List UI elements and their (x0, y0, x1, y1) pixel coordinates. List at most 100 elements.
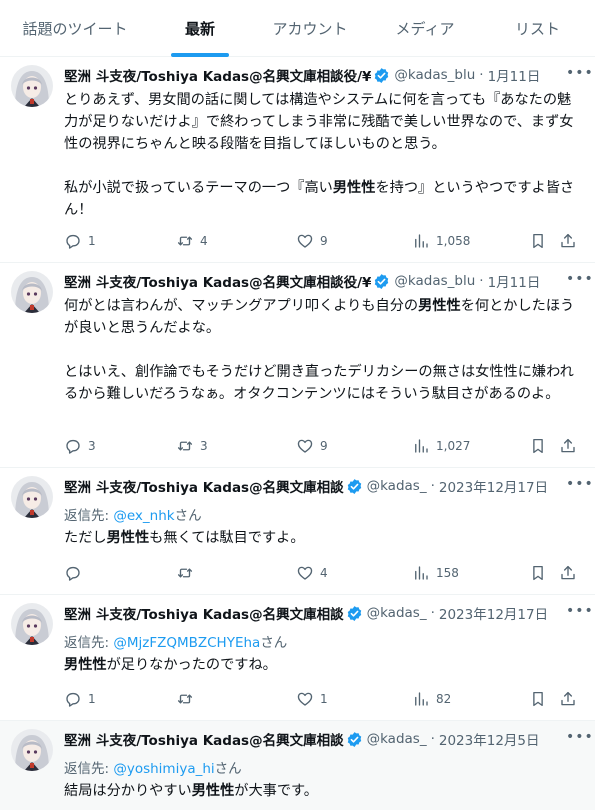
retweet-icon (177, 236, 193, 246)
text-segment: が足りなかったのですね。 (106, 657, 277, 673)
heart-icon (297, 692, 313, 706)
reply-mention-link[interactable]: @yoshimiya_hi (113, 761, 214, 777)
retweet-button[interactable]: 3 (176, 437, 208, 455)
tab-media[interactable]: メディア (370, 0, 480, 57)
more-options-icon[interactable]: ••• (566, 476, 593, 496)
avatar-image (11, 476, 53, 518)
bookmark-icon (533, 438, 543, 454)
reply-count: 1 (88, 692, 96, 706)
text-segment: 私が小説で扱っているテーマの一つ『高い (64, 180, 333, 196)
tweet-actions: 3 3 9 1,027 (64, 437, 586, 457)
highlighted-term: 男性性 (64, 657, 107, 673)
retweet-icon (177, 568, 193, 578)
share-button[interactable] (559, 690, 577, 708)
timeline-tabs: 話題のツイート 最新 アカウント メディア リスト (0, 0, 595, 57)
display-name[interactable]: 堅洲 斗支夜/Toshiya Kadas@名興文庫相談役/¥ (64, 271, 371, 291)
bookmark-button[interactable] (529, 437, 547, 455)
user-handle[interactable]: @kadas_blu (394, 273, 475, 289)
reply-icon (66, 439, 80, 454)
display-name[interactable]: 堅洲 斗支夜/Toshiya Kadas@名興文庫相談 (64, 603, 344, 623)
more-options-icon[interactable]: ••• (566, 603, 593, 623)
bookmark-button[interactable] (529, 690, 547, 708)
tweet-header: 堅洲 斗支夜/Toshiya Kadas@名興文庫相談役/¥ @kadas_bl… (64, 65, 593, 85)
tweet-date[interactable]: 1月11日 (488, 65, 541, 85)
share-button[interactable] (559, 437, 577, 455)
reply-button[interactable]: 1 (64, 232, 96, 250)
tweet-date[interactable]: 2023年12月5日 (439, 729, 540, 749)
reply-button[interactable]: 3 (64, 437, 96, 455)
more-options-icon[interactable]: ••• (566, 729, 593, 749)
tweet-paragraph: 何がとは言わんが、マッチングアプリ叩くよりも自分の男性性を何とかしたほうが良いと… (64, 295, 576, 339)
verified-badge-icon (375, 273, 389, 289)
reply-mention-link[interactable]: @ex_nhk (113, 508, 174, 524)
tweet[interactable]: 堅洲 斗支夜/Toshiya Kadas@名興文庫相談 @kadas_ · 20… (0, 468, 595, 595)
tab-lists[interactable]: リスト (480, 0, 595, 57)
bookmark-button[interactable] (529, 564, 547, 582)
display-name[interactable]: 堅洲 斗支夜/Toshiya Kadas@名興文庫相談役/¥ (64, 65, 371, 85)
share-button[interactable] (559, 232, 577, 250)
tweet[interactable]: 堅洲 斗支夜/Toshiya Kadas@名興文庫相談 @kadas_ · 20… (0, 721, 595, 810)
views-button[interactable]: 1,027 (412, 437, 470, 455)
avatar-image (11, 729, 53, 771)
share-button[interactable] (559, 564, 577, 582)
views-button[interactable]: 158 (412, 564, 459, 582)
heart-icon (297, 566, 313, 580)
avatar[interactable] (11, 476, 53, 518)
user-handle[interactable]: @kadas_ (367, 478, 427, 494)
views-button[interactable]: 82 (412, 690, 451, 708)
retweet-button[interactable] (176, 690, 194, 708)
views-chart-icon (415, 566, 428, 580)
tweet-date[interactable]: 2023年12月17日 (439, 476, 548, 496)
like-count: 4 (320, 566, 328, 580)
more-options-icon[interactable]: ••• (566, 65, 593, 85)
tab-latest[interactable]: 最新 (150, 0, 250, 57)
tweet-header: 堅洲 斗支夜/Toshiya Kadas@名興文庫相談役/¥ @kadas_bl… (64, 271, 593, 291)
tab-accounts[interactable]: アカウント (250, 0, 370, 57)
like-button[interactable]: 1 (296, 690, 328, 708)
separator-dot: · (430, 731, 435, 747)
user-handle[interactable]: @kadas_ (367, 731, 427, 747)
retweet-button[interactable]: 4 (176, 232, 208, 250)
avatar[interactable] (11, 65, 53, 107)
tweet-paragraph: 男性性が足りなかったのですね。 (64, 654, 576, 676)
user-handle[interactable]: @kadas_ (367, 605, 427, 621)
user-handle[interactable]: @kadas_blu (394, 67, 475, 83)
tweet[interactable]: 堅洲 斗支夜/Toshiya Kadas@名興文庫相談 @kadas_ · 20… (0, 595, 595, 721)
avatar[interactable] (11, 271, 53, 313)
views-button[interactable]: 1,058 (412, 232, 470, 250)
tweet-actions: 4 158 (64, 564, 586, 584)
tab-top[interactable]: 話題のツイート (0, 0, 150, 57)
avatar[interactable] (11, 603, 53, 645)
bookmark-icon (533, 565, 543, 581)
like-count: 9 (320, 234, 328, 248)
tweet-actions: 1 1 82 (64, 690, 586, 710)
verified-badge-icon (375, 67, 389, 83)
display-name[interactable]: 堅洲 斗支夜/Toshiya Kadas@名興文庫相談 (64, 729, 344, 749)
display-name[interactable]: 堅洲 斗支夜/Toshiya Kadas@名興文庫相談 (64, 476, 344, 496)
tweet-date[interactable]: 2023年12月17日 (439, 603, 548, 623)
reply-button[interactable] (64, 564, 82, 582)
retweet-button[interactable] (176, 564, 194, 582)
retweet-count: 4 (200, 234, 208, 248)
avatar-image (11, 271, 53, 313)
like-button[interactable]: 4 (296, 564, 328, 582)
separator-dot: · (430, 478, 435, 494)
tweet[interactable]: 堅洲 斗支夜/Toshiya Kadas@名興文庫相談役/¥ @kadas_bl… (0, 263, 595, 468)
more-options-icon[interactable]: ••• (566, 271, 593, 291)
bookmark-button[interactable] (529, 232, 547, 250)
tweet-header: 堅洲 斗支夜/Toshiya Kadas@名興文庫相談 @kadas_ · 20… (64, 603, 593, 623)
verified-badge-icon (347, 605, 361, 621)
reply-button[interactable]: 1 (64, 690, 96, 708)
heart-icon (297, 234, 313, 248)
retweet-icon (177, 694, 193, 704)
like-button[interactable]: 9 (296, 232, 328, 250)
avatar[interactable] (11, 729, 53, 771)
like-button[interactable]: 9 (296, 437, 328, 455)
reply-mention-link[interactable]: @MjzFZQMBZCHYEha (113, 635, 260, 651)
tweet-paragraph: とはいえ、創作論でもそうだけど開き直ったデリカシーの無さは女性性に嫌われるから難… (64, 361, 576, 405)
view-count: 82 (436, 692, 452, 706)
tweet-date[interactable]: 1月11日 (488, 271, 541, 291)
tweet[interactable]: 堅洲 斗支夜/Toshiya Kadas@名興文庫相談役/¥ @kadas_bl… (0, 57, 595, 263)
share-icon (561, 438, 575, 453)
reply-icon (66, 566, 80, 581)
